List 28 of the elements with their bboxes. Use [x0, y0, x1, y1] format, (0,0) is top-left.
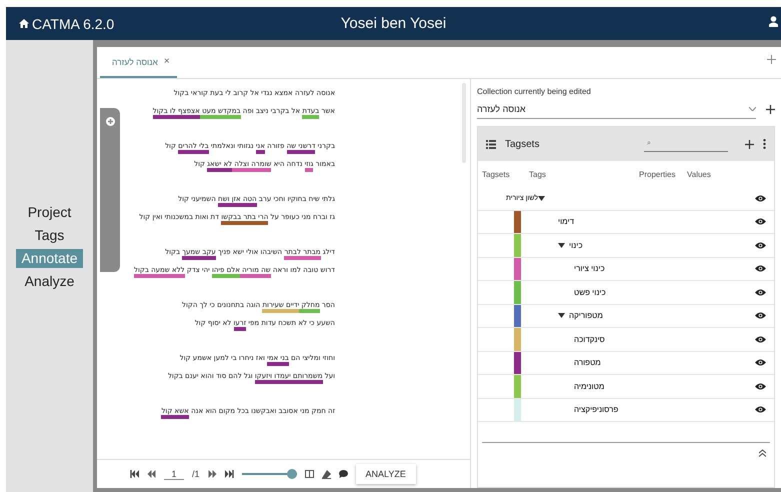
tag-name[interactable]: מטפורה — [574, 358, 601, 368]
column-header: Tagsets — [482, 170, 511, 178]
user-name: Yosei ben Yosei — [340, 15, 446, 32]
tag-name[interactable]: כינוי פשט — [574, 288, 606, 297]
nav-item[interactable]: Annotate — [16, 249, 83, 268]
tag-name[interactable]: כינוי — [569, 240, 583, 250]
tag-name[interactable]: סינקדוכה — [574, 334, 605, 344]
close-icon[interactable]: × — [164, 56, 170, 67]
tag-name[interactable]: דימוי — [558, 217, 574, 226]
app-title[interactable]: CATMA 6.2.0 — [32, 16, 114, 32]
collection-dropdown[interactable]: אנוסה לעזרה — [477, 100, 756, 119]
nav-item[interactable]: Tags — [30, 226, 70, 245]
tag-name[interactable]: פרסוניפיקציה — [574, 405, 618, 414]
column-header: Tags — [529, 170, 547, 178]
tag-name[interactable]: מטונימיה — [574, 382, 604, 391]
field-label: Collection currently being edited — [477, 87, 592, 96]
column-header: Properties — [639, 170, 676, 178]
tag-name[interactable]: מטפוריקה — [569, 311, 603, 320]
document-tab[interactable]: אנוסה לעזרה × — [100, 47, 177, 78]
tab-label: אנוסה לעזרה — [112, 56, 158, 66]
tag-name[interactable]: כינוי ציורי — [574, 264, 605, 274]
nav-item[interactable]: Project — [22, 203, 76, 222]
page-total: /1 — [192, 469, 200, 479]
panel-title: Tagsets — [505, 138, 540, 150]
page-field[interactable]: 1 — [164, 468, 184, 480]
analyze-button[interactable]: ANALYZE — [356, 464, 416, 484]
nav-item[interactable]: Analyze — [20, 272, 80, 291]
column-header: Values — [687, 170, 712, 178]
